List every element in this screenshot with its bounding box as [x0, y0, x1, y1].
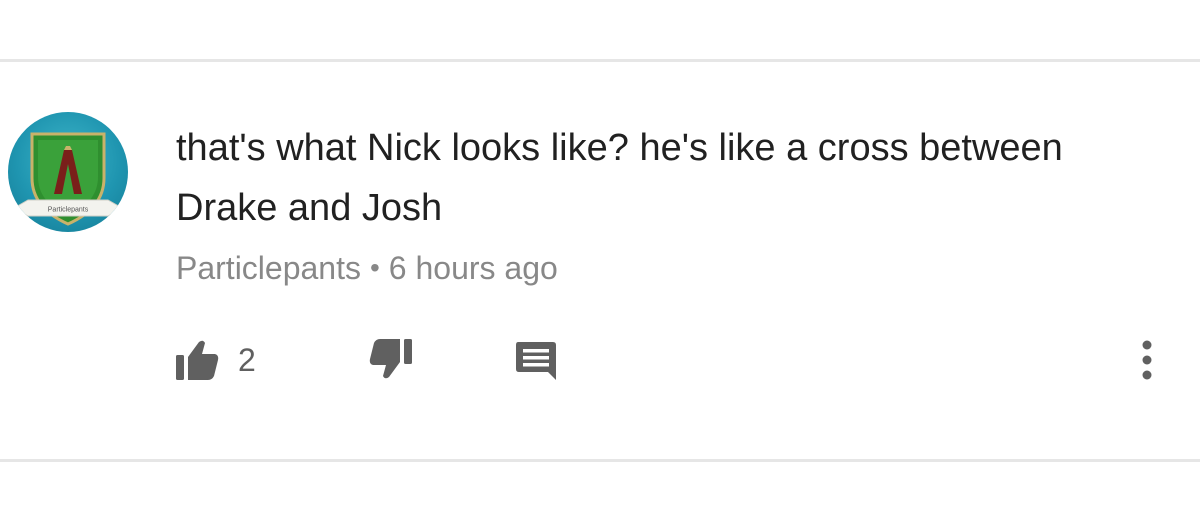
avatar[interactable]: Particlepants — [8, 112, 128, 232]
like-count: 2 — [238, 341, 256, 378]
more-options-button[interactable] — [1135, 334, 1159, 386]
svg-text:Particlepants: Particlepants — [48, 207, 89, 214]
author-name[interactable]: Particlepants — [176, 250, 361, 286]
more-vertical-icon — [1142, 340, 1152, 380]
dislike-button[interactable] — [368, 334, 414, 386]
thumb-down-icon — [369, 339, 412, 379]
comment-reply-icon — [516, 342, 556, 380]
reply-button[interactable] — [514, 334, 558, 386]
comment-meta: Particlepants • 6 hours ago — [176, 246, 558, 292]
timestamp: 6 hours ago — [388, 250, 558, 286]
thumb-up-icon — [176, 340, 219, 380]
avatar-shield-image: Particlepants — [12, 132, 124, 226]
like-button[interactable]: 2 — [174, 334, 256, 386]
comment-text: that's what Nick looks like? he's like a… — [176, 127, 1063, 229]
top-divider — [0, 59, 1200, 62]
meta-separator: • — [369, 252, 380, 283]
bottom-divider — [0, 459, 1200, 462]
